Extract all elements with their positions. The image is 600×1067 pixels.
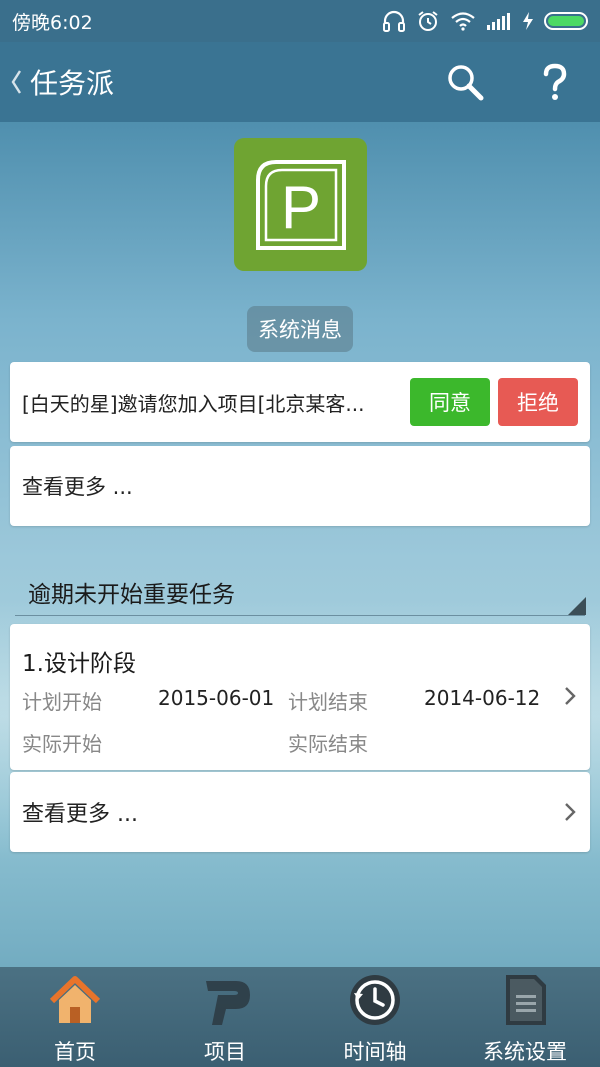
plan-start-label: 计划开始: [22, 690, 102, 714]
charging-icon: [523, 12, 533, 30]
headset-icon: [383, 10, 405, 32]
status-icons: [382, 9, 588, 33]
tab-project-label: 项目: [204, 1040, 246, 1064]
tab-settings[interactable]: 系统设置: [450, 967, 600, 1067]
overdue-section-title: 逾期未开始重要任务: [28, 581, 235, 608]
actual-end-label: 实际结束: [288, 732, 368, 756]
task-name: 1.设计阶段: [22, 651, 136, 677]
tab-timeline-label: 时间轴: [343, 1040, 407, 1064]
chevron-right-icon: [565, 687, 576, 705]
system-message-text[interactable]: [白天的星]邀请您加入项目[北京某客...: [22, 388, 402, 417]
project-icon: [197, 972, 253, 1028]
view-more-messages[interactable]: 查看更多 ...: [10, 446, 590, 526]
status-time: 傍晚6:02: [12, 11, 93, 34]
plan-start-value: 2015-06-01: [158, 686, 275, 710]
header-actions: [420, 42, 600, 122]
settings-document-icon: [497, 972, 553, 1028]
battery-icon: [544, 12, 588, 30]
chevron-left-icon: [11, 70, 22, 94]
chevron-right-icon: [565, 803, 576, 821]
wifi-icon: [451, 12, 475, 31]
system-message-card: [白天的星]邀请您加入项目[北京某客... 同意 拒绝: [10, 362, 590, 442]
actual-start-label: 实际开始: [22, 732, 102, 756]
app-logo: P: [234, 138, 367, 271]
history-icon: [347, 972, 403, 1028]
view-more-tasks-label: 查看更多 ...: [22, 802, 138, 827]
help-button[interactable]: [510, 42, 600, 122]
battery-level: [548, 16, 584, 26]
tab-timeline[interactable]: 时间轴: [300, 967, 450, 1067]
tab-settings-label: 系统设置: [483, 1040, 567, 1064]
system-message-badge: 系统消息: [247, 306, 353, 352]
tab-project[interactable]: 项目: [150, 967, 300, 1067]
view-more-tasks[interactable]: 查看更多 ...: [10, 772, 590, 852]
app-header: 任务派: [0, 42, 600, 122]
status-bar: 傍晚6:02: [0, 0, 600, 42]
search-icon: [448, 65, 484, 101]
reject-button[interactable]: 拒绝: [498, 378, 578, 426]
logo-letter: P: [280, 174, 320, 241]
agree-button[interactable]: 同意: [410, 378, 490, 426]
plan-end-label: 计划结束: [288, 690, 368, 714]
signal-icon: [487, 13, 510, 30]
tab-home-label: 首页: [54, 1040, 96, 1064]
task-card[interactable]: 1.设计阶段 计划开始 2015-06-01 计划结束 2014-06-12 实…: [10, 624, 590, 770]
alarm-icon: [418, 11, 438, 31]
tab-home[interactable]: 首页: [0, 967, 150, 1067]
search-button[interactable]: [420, 42, 510, 122]
corner-triangle-icon: [568, 597, 586, 615]
help-icon: [543, 63, 567, 100]
plan-end-value: 2014-06-12: [424, 686, 541, 710]
p-logo-icon: P: [255, 159, 346, 250]
back-button[interactable]: [4, 42, 28, 122]
overdue-section-header: 逾期未开始重要任务: [15, 568, 586, 616]
view-more-label: 查看更多 ...: [22, 475, 133, 499]
bottom-tab-bar: 首页 项目 时间轴 系统设置: [0, 967, 600, 1067]
app-title: 任务派: [30, 67, 115, 100]
home-icon: [47, 972, 103, 1028]
